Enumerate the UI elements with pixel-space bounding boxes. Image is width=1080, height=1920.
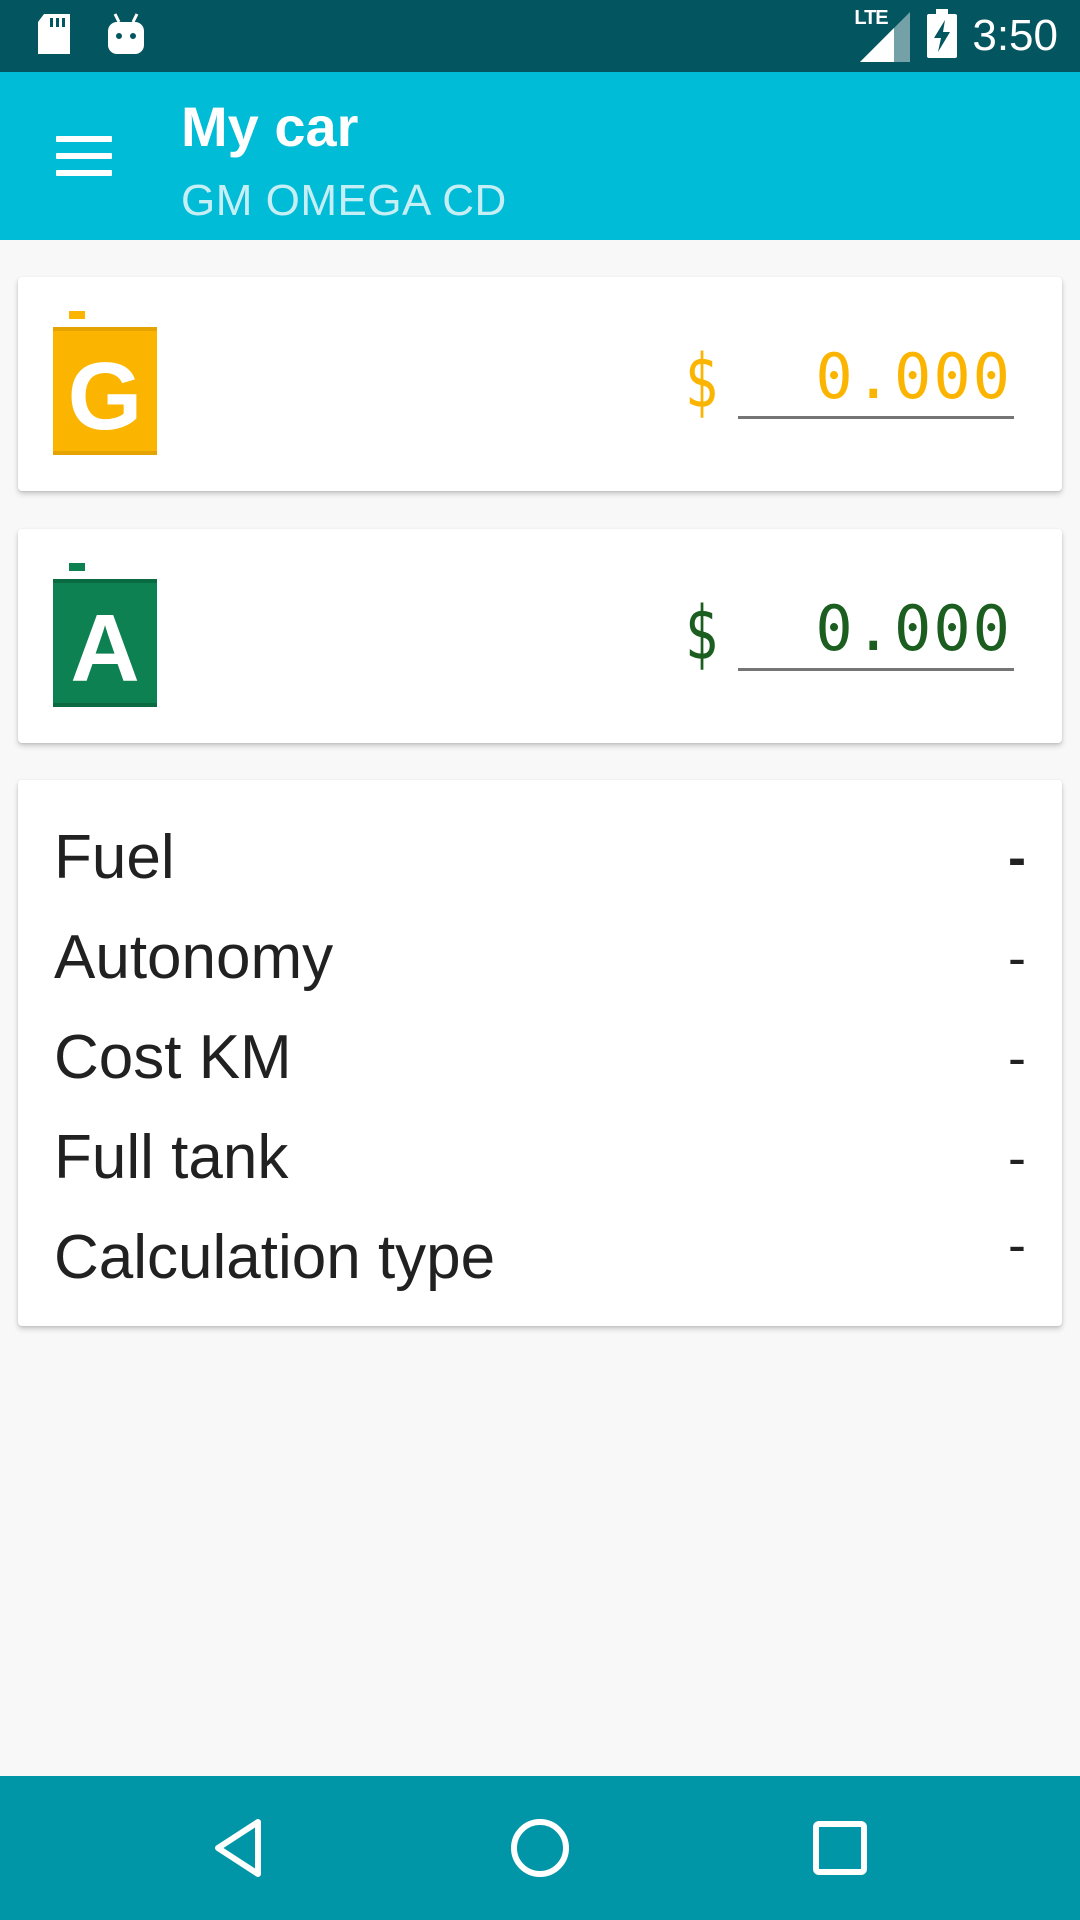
result-summary-card: Fuel - Autonomy - Cost KM - Full tank - … [18,780,1062,1326]
page-title: My car [181,95,359,158]
page-subtitle: GM OMEGA CD [181,176,507,225]
app-bar: My car GM OMEGA CD [0,72,1080,240]
info-row-full-tank: Full tank - [54,1108,1026,1208]
gasoline-can-icon: G [53,311,157,455]
network-type-label: LTE [854,7,888,29]
recents-icon[interactable] [800,1808,880,1888]
info-row-fuel: Fuel - [54,808,1026,908]
sd-card-icon [36,12,72,61]
gasoline-price-card: G $ 0.000 [18,277,1062,491]
signal-icon: LTE [854,8,912,64]
info-label-cost-km: Cost KM [54,1023,292,1092]
navigation-bar [0,1776,1080,1920]
info-row-autonomy: Autonomy - [54,908,1026,1008]
info-value-calculation-type: - [1008,1215,1026,1275]
info-value-full-tank: - [1008,1128,1026,1188]
android-icon [106,12,146,61]
home-icon[interactable] [500,1808,580,1888]
info-value-fuel: - [1008,828,1026,888]
status-bar: LTE 3:50 [0,0,1080,72]
alcohol-can-icon: A [53,563,157,707]
info-label-full-tank: Full tank [54,1123,289,1192]
info-row-cost-km: Cost KM - [54,1008,1026,1108]
info-label-calculation-type: Calculation type [54,1223,496,1292]
screen: LTE 3:50 My car GM OMEGA CD G $ 0.000 A … [0,0,1080,1920]
battery-charging-icon [926,8,958,64]
gasoline-currency: $ [685,339,719,425]
info-value-cost-km: - [1008,1028,1026,1088]
alcohol-letter: A [70,595,139,702]
hamburger-menu-icon[interactable] [40,124,128,188]
gasoline-price-input[interactable]: 0.000 [738,345,1014,419]
back-icon[interactable] [200,1808,280,1888]
status-time: 3:50 [972,11,1058,60]
alcohol-price-card: A $ 0.000 [18,529,1062,743]
gasoline-letter: G [68,343,143,450]
info-label-autonomy: Autonomy [54,923,334,992]
info-row-calculation-type: Calculation type - [54,1208,1026,1308]
info-label-fuel: Fuel [54,823,175,892]
info-value-autonomy: - [1008,928,1026,988]
alcohol-price-input[interactable]: 0.000 [738,597,1014,671]
alcohol-currency: $ [685,591,719,677]
